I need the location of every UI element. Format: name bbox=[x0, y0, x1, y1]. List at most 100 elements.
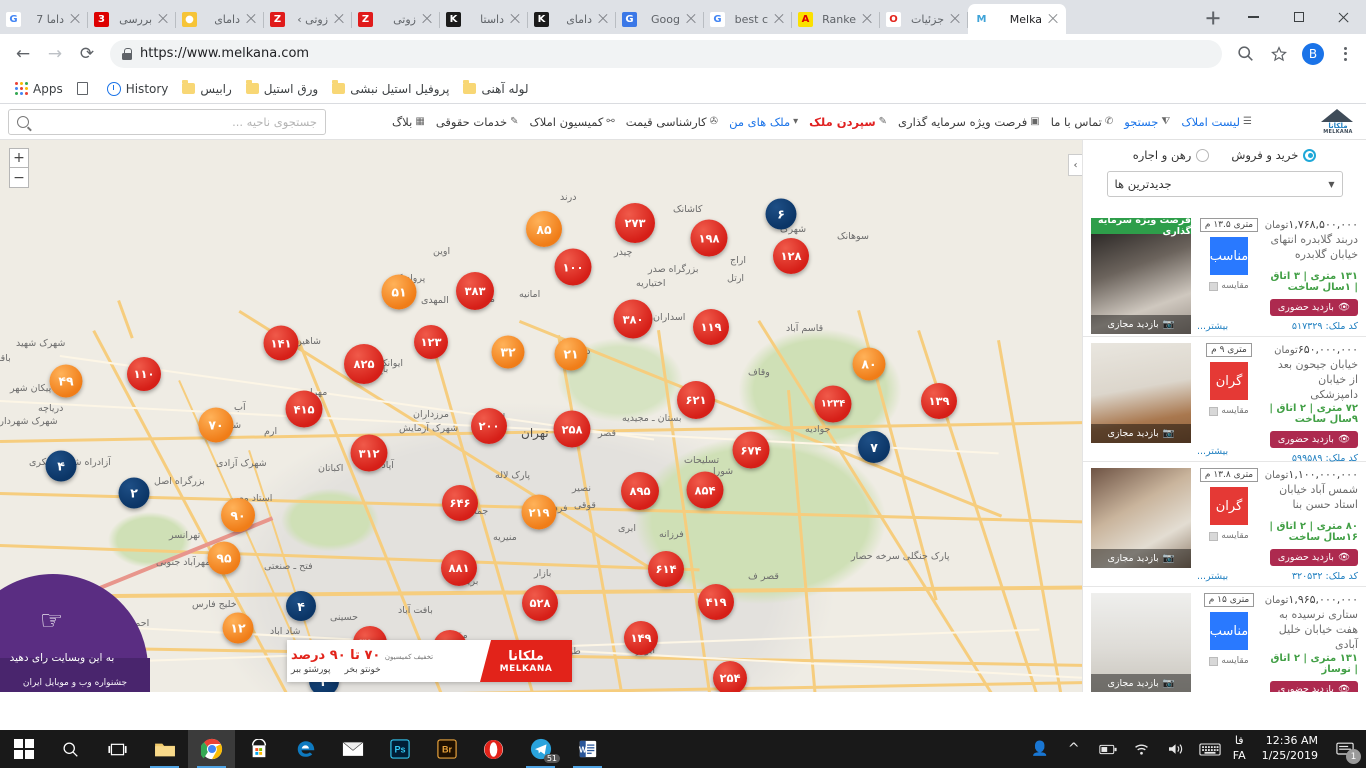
site-nav-item[interactable]: ▦ بلاگ bbox=[392, 115, 425, 129]
map-marker[interactable]: ۲۷۳ bbox=[615, 203, 655, 243]
melkana-logo[interactable]: ملکانا MELKANA bbox=[1318, 107, 1358, 137]
language-indicator[interactable]: فا FA bbox=[1227, 734, 1252, 764]
new-tab-button[interactable] bbox=[1199, 4, 1227, 32]
map-marker[interactable]: ۴ bbox=[286, 591, 316, 621]
maximize-button[interactable] bbox=[1276, 1, 1321, 33]
bookmark-item[interactable]: History bbox=[100, 79, 176, 99]
site-nav-item[interactable]: ▾ ملک های من bbox=[729, 115, 798, 129]
listing-thumb-wrap[interactable]: 📷 بازدید مجازی bbox=[1091, 468, 1191, 582]
photoshop-button[interactable]: Ps bbox=[376, 730, 423, 768]
map-area[interactable]: درندکاشانکاوینچیدرباغ فشهرکپرواز کاراجار… bbox=[0, 140, 1082, 692]
site-nav-item[interactable]: ✎ سپردن ملک bbox=[809, 115, 887, 129]
battery-icon[interactable] bbox=[1091, 730, 1125, 768]
close-window-button[interactable] bbox=[1321, 1, 1366, 33]
browser-tab[interactable]: A Ranke bbox=[792, 4, 880, 34]
browser-tab[interactable]: G Goog bbox=[616, 4, 704, 34]
map-marker[interactable]: ۱۳۹ bbox=[921, 383, 957, 419]
bookmark-item[interactable]: لوله آهنی bbox=[456, 79, 535, 99]
close-tab-button[interactable] bbox=[68, 12, 82, 26]
map-marker[interactable]: ۱۴۱ bbox=[263, 325, 299, 361]
checkbox-icon[interactable] bbox=[1209, 531, 1219, 541]
browser-tab[interactable]: 3 بررسی bbox=[88, 4, 176, 34]
map-marker[interactable]: ۱۱۰ bbox=[127, 357, 161, 391]
mail-button[interactable] bbox=[329, 730, 376, 768]
more-link[interactable]: بیشتر... bbox=[1197, 321, 1228, 332]
virtual-tour-button[interactable]: 📷 بازدید مجازی bbox=[1091, 424, 1191, 443]
map-marker[interactable]: ۴۱۵ bbox=[285, 390, 323, 428]
map-marker[interactable]: ۵۱ bbox=[381, 274, 417, 310]
site-nav-item[interactable]: ✆ تماس با ما bbox=[1051, 115, 1113, 129]
map-marker[interactable]: ۸۸۱ bbox=[441, 550, 477, 586]
browser-tab[interactable]: ● دامای bbox=[176, 4, 264, 34]
bookmark-item[interactable] bbox=[70, 79, 100, 98]
region-search-input[interactable] bbox=[35, 114, 317, 129]
deal-type-option-rent[interactable]: رهن و اجاره bbox=[1133, 148, 1210, 162]
in-person-visit-button[interactable]: 👁 بازدید حضوری bbox=[1269, 299, 1358, 316]
zoom-out-button[interactable]: − bbox=[9, 168, 29, 188]
listing-card[interactable]: ۱,۹۶۵,۰۰۰,۰۰۰تومان ستاری نرسیده به هفت خی… bbox=[1083, 587, 1366, 692]
site-nav-item[interactable]: ✇ کارشناسی قیمت bbox=[626, 115, 718, 129]
back-button[interactable]: ← bbox=[8, 39, 38, 69]
edge-button[interactable] bbox=[282, 730, 329, 768]
chrome-menu-button[interactable] bbox=[1332, 41, 1358, 67]
map-marker[interactable]: ۹۰ bbox=[221, 498, 255, 532]
browser-tab[interactable]: K داستا bbox=[440, 4, 528, 34]
listing-card[interactable]: ۱,۱۰۰,۰۰۰,۰۰۰تومان شمس آباد خیابان استاد … bbox=[1083, 462, 1366, 587]
listing-photo[interactable]: 📷 بازدید مجازی bbox=[1091, 468, 1191, 568]
start-button[interactable] bbox=[0, 730, 47, 768]
map-marker[interactable]: ۱۲۸ bbox=[773, 238, 809, 274]
checkbox-icon[interactable] bbox=[1209, 406, 1219, 416]
radio-rent-icon[interactable] bbox=[1196, 148, 1210, 162]
close-tab-button[interactable] bbox=[332, 12, 346, 26]
opera-button[interactable] bbox=[470, 730, 517, 768]
virtual-tour-button[interactable]: 📷 بازدید مجازی bbox=[1091, 549, 1191, 568]
map-marker[interactable]: ۶ bbox=[765, 198, 797, 230]
map-marker[interactable]: ۲۵۴ bbox=[713, 661, 747, 692]
listing-thumb-wrap[interactable]: 📷 بازدید مجازی bbox=[1091, 343, 1191, 457]
bookmark-item[interactable]: پروفیل استیل نبشی bbox=[325, 79, 456, 99]
browser-tab[interactable]: Gbest c bbox=[704, 4, 792, 34]
map-marker[interactable]: ۵۲۸ bbox=[522, 585, 558, 621]
compare-checkbox[interactable]: مقایسه bbox=[1209, 656, 1249, 666]
map-marker[interactable]: ۲۱۹ bbox=[521, 494, 557, 530]
address-bar[interactable]: https://www.melkana.com bbox=[110, 39, 1222, 68]
bookmark-item[interactable]: رابیس bbox=[175, 79, 238, 99]
close-tab-button[interactable] bbox=[508, 12, 522, 26]
clock[interactable]: 12:36 AM 1/25/2019 bbox=[1252, 734, 1328, 764]
close-tab-button[interactable] bbox=[156, 12, 170, 26]
browser-tab[interactable]: O جزئیات bbox=[880, 4, 968, 34]
close-tab-button[interactable] bbox=[948, 12, 962, 26]
deal-type-option-buy[interactable]: خرید و فروش bbox=[1231, 148, 1317, 162]
map-marker[interactable]: ۲۵۸ bbox=[553, 410, 591, 448]
map-marker[interactable]: ۴۹ bbox=[49, 364, 83, 398]
show-hidden-icons-icon[interactable]: ^ bbox=[1057, 730, 1091, 768]
deal-type-radios[interactable]: خرید و فروش رهن و اجاره bbox=[1093, 148, 1356, 162]
map-marker[interactable]: ۲۰۰ bbox=[471, 408, 507, 444]
listing-code-row[interactable]: کد ملک: ۳۲۰۵۳۲ bbox=[1267, 571, 1358, 582]
more-link[interactable]: بیشتر... bbox=[1197, 446, 1228, 457]
browser-tab[interactable]: M Melka bbox=[968, 4, 1066, 34]
site-nav-item[interactable]: ⚯ کمیسیون املاک bbox=[529, 115, 614, 129]
listing-thumb-wrap[interactable]: فرصت ویژه سرمایه گذاری 📷 بازدید مجازی bbox=[1091, 215, 1191, 334]
listing-card[interactable]: ۱,۷۶۸,۵۰۰,۰۰۰تومان دربند گلابدره انتهای خ… bbox=[1083, 212, 1366, 337]
compare-checkbox[interactable]: مقایسه bbox=[1209, 531, 1249, 541]
listing-code-row[interactable]: کد ملک: ۵۱۷۳۲۹ bbox=[1267, 321, 1358, 332]
region-search-box[interactable] bbox=[8, 108, 326, 135]
file-explorer-button[interactable] bbox=[141, 730, 188, 768]
radio-buy-icon[interactable] bbox=[1303, 148, 1317, 162]
ad-banner[interactable]: ملکانا MELKANA تخفیف کمیسیون ۷۰ تا ۹۰ در… bbox=[287, 640, 572, 682]
browser-tab[interactable]: Z زوتی bbox=[352, 4, 440, 34]
map-marker[interactable]: ۳۸۳ bbox=[456, 272, 494, 310]
map-marker[interactable]: ۱۲۳ bbox=[414, 325, 448, 359]
checkbox-icon[interactable] bbox=[1209, 656, 1219, 666]
minimize-button[interactable] bbox=[1231, 1, 1276, 33]
zoom-in-button[interactable]: + bbox=[9, 148, 29, 168]
compare-checkbox[interactable]: مقایسه bbox=[1209, 281, 1249, 291]
microsoft-store-button[interactable] bbox=[235, 730, 282, 768]
listing-photo[interactable]: 📷 بازدید مجازی bbox=[1091, 234, 1191, 334]
map-marker[interactable]: ۳۸۰ bbox=[613, 299, 653, 339]
map-marker[interactable]: ۳۱۲ bbox=[350, 434, 388, 472]
close-tab-button[interactable] bbox=[1046, 12, 1060, 26]
in-person-visit-button[interactable]: 👁 بازدید حضوری bbox=[1269, 549, 1358, 566]
listing-photo[interactable]: 📷 بازدید مجازی bbox=[1091, 343, 1191, 443]
